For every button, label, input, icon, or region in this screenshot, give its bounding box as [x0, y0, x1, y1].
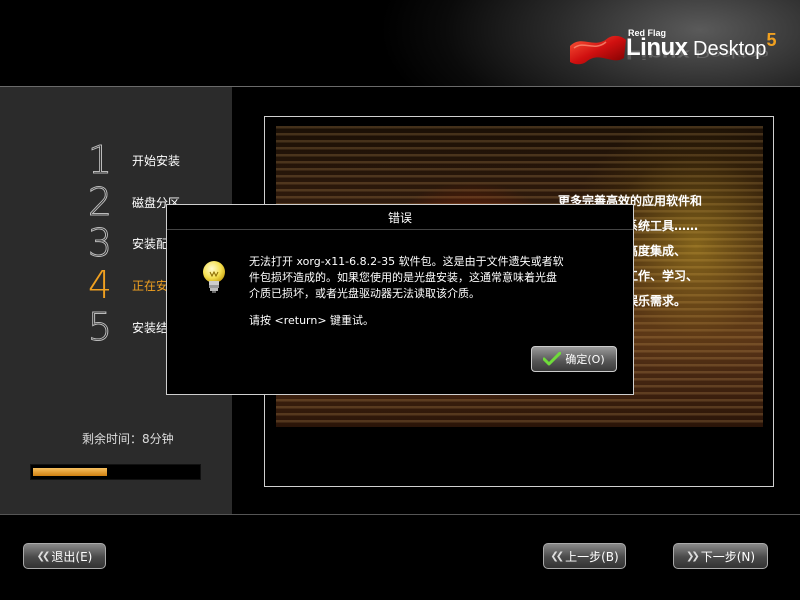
dialog-retry-hint: 请按 <return> 键重试。: [249, 314, 375, 327]
remaining-time: 剩余时间：8分钟: [82, 432, 174, 446]
header: Red Flag Linux Desktop5 Linux Desktop: [0, 0, 800, 86]
error-dialog: 错误 无法打开 xorg-x11-6.8.2-35 软件包。这是由于文件遗失或者…: [166, 204, 634, 395]
banner-line-5: 娱乐需求。: [626, 294, 687, 308]
dialog-message-line-1: 无法打开 xorg-x11-6.8.2-35 软件包。这是由于文件遗失或者软: [249, 255, 564, 268]
brand-reflection-light: Desktop: [690, 47, 769, 60]
install-progress-bar: [30, 464, 201, 480]
banner-line-2: 系统工具……: [626, 219, 699, 233]
back-button-label: 上一步(B): [565, 549, 619, 564]
dialog-title-divider: [167, 229, 633, 230]
step-1-number: 1: [87, 138, 113, 182]
red-flag-logo: Red Flag Linux Desktop5 Linux Desktop: [568, 26, 798, 86]
next-button[interactable]: ❯❯ 下一步(N): [673, 543, 768, 569]
dialog-message-line-3: 介质已损坏，或者光盘驱动器无法读取该介质。: [249, 287, 480, 300]
step-4-number: 4: [87, 263, 113, 307]
exit-button-label: 退出(E): [51, 549, 93, 564]
step-2-number: 2: [87, 180, 113, 224]
back-button[interactable]: ❮❮ 上一步(B): [543, 543, 626, 569]
chevron-right-icon: ❯❯: [685, 550, 700, 562]
banner-line-3: 高度集成、: [626, 244, 687, 258]
ok-button-label: 确定(O): [565, 353, 605, 366]
brand-reflection: Linux Desktop: [626, 47, 769, 62]
dialog-message: 无法打开 xorg-x11-6.8.2-35 软件包。这是由于文件遗失或者软 件…: [249, 254, 619, 302]
red-flag-icon: [570, 35, 626, 65]
lightbulb-icon: [203, 261, 225, 293]
brand-reflection-bold: Linux: [626, 47, 690, 62]
next-button-label: 下一步(N): [700, 549, 756, 564]
ok-button[interactable]: 确定(O): [531, 346, 617, 372]
checkmark-icon: [543, 352, 562, 366]
step-1: 1 开始安装: [80, 138, 182, 182]
exit-button[interactable]: ❮❮ 退出(E): [23, 543, 106, 569]
step-1-label: 开始安装: [132, 153, 181, 168]
dialog-message-line-2: 件包损坏造成的。如果您使用的是光盘安装，这通常意味着光盘: [249, 271, 557, 284]
install-progress-fill: [33, 468, 107, 476]
chevron-left-icon: ❮❮: [550, 550, 564, 562]
chevron-left-icon: ❮❮: [36, 550, 51, 562]
step-5-number: 5: [87, 305, 113, 349]
dialog-title: 错误: [387, 211, 412, 225]
step-3-number: 3: [87, 221, 113, 265]
banner-line-4: 工作、学习、: [626, 269, 699, 283]
